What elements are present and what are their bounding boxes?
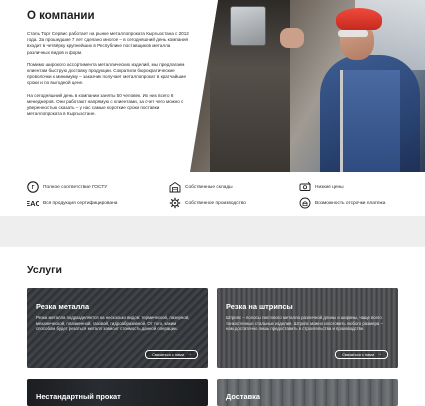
services-title: Услуги [27, 264, 62, 276]
contact-us-button[interactable]: Связаться с нами → [145, 350, 198, 359]
feature-label: Низкие цены [315, 184, 344, 190]
card-description: Штрипс – полосы листового металла различ… [226, 315, 383, 332]
card-title: Нестандартный прокат [36, 392, 121, 401]
feature-low-price: Низкие цены [299, 181, 344, 193]
service-card-metal-cutting[interactable]: Резка металла Резка металла подразделяет… [27, 288, 208, 368]
service-card-strip-cutting[interactable]: Резка на штрипсы Штрипс – полосы листово… [217, 288, 398, 368]
feature-deferred-payment: Возможность отсрочки платежа [299, 197, 385, 209]
features-row: Г Полное соответствие ГОСТУ EAC Вся прод… [0, 172, 425, 216]
about-paragraph-2: Помимо широкого ассортимента металлическ… [27, 61, 187, 86]
arrow-right-icon: → [187, 351, 192, 357]
about-paragraph-1: Сталь Торг Сервис работает на рынке мета… [27, 31, 189, 55]
feature-gost: Г Полное соответствие ГОСТУ [27, 181, 107, 193]
svg-text:EAC: EAC [27, 199, 39, 208]
factory-gear-icon [169, 197, 181, 209]
services-section: Услуги Резка металла Резка металла подра… [0, 247, 425, 406]
card-title: Резка на штрипсы [226, 302, 293, 311]
feature-eac: EAC Вся продукция сертифицирована [27, 197, 117, 209]
photo-red-helmet [336, 8, 382, 30]
contact-us-button[interactable]: Связаться с нами → [335, 350, 388, 359]
about-paragraph-3: На сегодняшний день в компании заняты 50… [27, 92, 184, 117]
deferred-payment-icon [299, 197, 311, 209]
gost-icon: Г [27, 181, 39, 193]
button-label: Связаться с нами [342, 352, 374, 357]
feature-label: Полное соответствие ГОСТУ [43, 184, 108, 190]
feature-label: Возможность отсрочки платежа [315, 200, 386, 206]
service-card-custom-rolled[interactable]: Нестандартный прокат [27, 379, 208, 406]
about-text-block: О компании Сталь Торг Сервис работает на… [27, 9, 190, 123]
card-title: Доставка [226, 392, 260, 401]
button-label: Связаться с нами [152, 352, 184, 357]
photo-control-panel [230, 6, 266, 46]
eac-icon: EAC [27, 197, 39, 209]
about-worker-photo [190, 0, 425, 172]
feature-label: Собственное производство [185, 200, 246, 206]
service-card-delivery[interactable]: Доставка [217, 379, 398, 406]
photo-worker-vest [340, 70, 400, 172]
section-divider-band [0, 216, 425, 247]
feature-label: Собственные склады [185, 184, 233, 190]
feature-production: Собственное производство [169, 197, 246, 209]
feature-warehouse: Собственные склады [169, 181, 233, 193]
card-title: Резка металла [36, 302, 90, 311]
photo-hand [280, 28, 304, 48]
warehouse-icon [169, 181, 181, 193]
svg-text:Г: Г [32, 185, 35, 191]
arrow-right-icon: → [377, 351, 382, 357]
about-title: О компании [27, 10, 95, 22]
card-description: Резка металла подразделяется на нескольк… [36, 315, 190, 332]
feature-label: Вся продукция сертифицирована [43, 200, 118, 206]
about-section: О компании Сталь Торг Сервис работает на… [0, 0, 425, 172]
photo-safety-glasses [338, 30, 368, 37]
low-price-icon [299, 181, 311, 193]
